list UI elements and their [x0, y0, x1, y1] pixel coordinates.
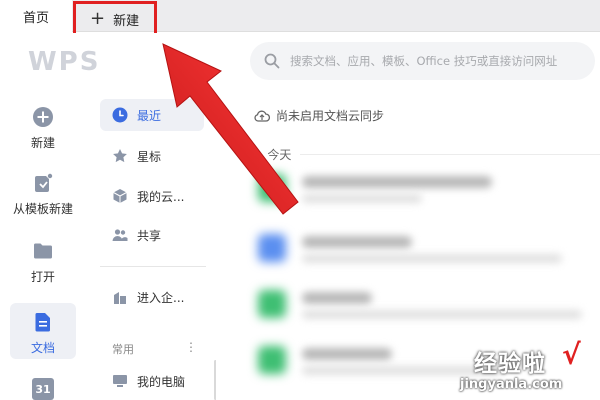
cloud-sync-notice[interactable]: 尚未启用文档云同步: [254, 107, 384, 124]
mid-item-recent[interactable]: 最近: [100, 99, 204, 131]
file-meta-blurred: [302, 310, 582, 319]
mid-item-enterprise[interactable]: 进入企...: [100, 281, 204, 313]
mid-item-enterprise-label: 进入企...: [137, 290, 185, 305]
section-label-common: 常用: [112, 343, 134, 356]
cloud-box-icon: [113, 189, 127, 203]
file-icon: [258, 174, 286, 202]
nav-open-label: 打开: [30, 270, 55, 284]
file-icon: [258, 290, 286, 318]
mid-item-my-computer[interactable]: 我的电脑: [100, 365, 204, 397]
nav-open[interactable]: 打开: [10, 240, 76, 285]
mid-item-cloud-label: 我的云...: [137, 189, 185, 204]
mid-divider: [100, 266, 206, 267]
mid-item-shared-label: 共享: [137, 228, 162, 243]
file-row[interactable]: [258, 344, 600, 378]
today-group-header[interactable]: ∨ 今天: [252, 146, 291, 163]
folder-icon: [34, 243, 52, 259]
cloud-sync-text: 尚未启用文档云同步: [276, 109, 385, 123]
file-name-blurred: [302, 292, 372, 304]
watermark-url: jingyanla.com: [460, 377, 563, 392]
file-name-blurred: [302, 236, 412, 248]
star-icon: [113, 149, 127, 163]
plus-circle-icon: [33, 107, 53, 127]
file-meta-blurred: [302, 194, 422, 203]
file-meta-blurred: [302, 254, 562, 263]
clock-icon: [112, 107, 128, 123]
mid-item-my-computer-label: 我的电脑: [137, 374, 186, 389]
highlight-box: [73, 1, 157, 36]
file-row[interactable]: [258, 288, 600, 322]
file-meta-blurred: [302, 366, 502, 375]
search-input[interactable]: [290, 54, 590, 68]
file-row[interactable]: [258, 232, 600, 266]
enterprise-icon: [114, 292, 126, 304]
file-name-blurred: [302, 176, 492, 188]
nav-calendar[interactable]: 31: [10, 378, 76, 400]
template-icon: [35, 173, 53, 192]
chevron-down-icon: ∨: [252, 149, 260, 160]
tab-bar: 首页 + 新建: [0, 0, 600, 36]
mid-item-recent-label: 最近: [137, 108, 162, 123]
today-label: 今天: [267, 148, 292, 162]
calendar-icon: 31: [32, 378, 54, 400]
document-icon: [35, 313, 50, 332]
cloud-icon: [254, 110, 270, 122]
computer-icon: [113, 375, 127, 387]
search-bar[interactable]: [250, 42, 595, 80]
file-icon: [258, 234, 286, 262]
mid-item-cloud[interactable]: 我的云...: [100, 180, 204, 212]
mid-item-starred[interactable]: 星标: [100, 140, 204, 172]
mid-item-starred-label: 星标: [137, 149, 162, 164]
file-icon: [258, 346, 286, 374]
file-name-blurred: [302, 348, 392, 360]
tab-home-label: 首页: [22, 10, 49, 26]
more-options-icon[interactable]: ⋮: [185, 340, 197, 354]
nav-documents-label: 文档: [30, 341, 55, 355]
nav-from-template-label: 从模板新建: [12, 202, 73, 216]
share-users-icon: [112, 229, 128, 241]
file-row[interactable]: [258, 172, 600, 206]
watermark-text: 经验啦: [474, 351, 546, 377]
calendar-icon-number: 31: [35, 383, 51, 396]
tab-home[interactable]: 首页: [0, 0, 72, 32]
nav-from-template[interactable]: 从模板新建: [10, 172, 76, 217]
mid-item-shared[interactable]: 共享: [100, 219, 204, 251]
watermark-check-icon: √: [562, 338, 581, 371]
nav-new-label: 新建: [30, 136, 55, 150]
today-divider: [300, 154, 600, 155]
search-icon: [264, 53, 280, 69]
wps-logo: WPS: [28, 47, 101, 77]
header: WPS: [0, 33, 600, 90]
nav-documents[interactable]: 文档: [10, 303, 76, 359]
nav-new[interactable]: 新建: [10, 106, 76, 151]
